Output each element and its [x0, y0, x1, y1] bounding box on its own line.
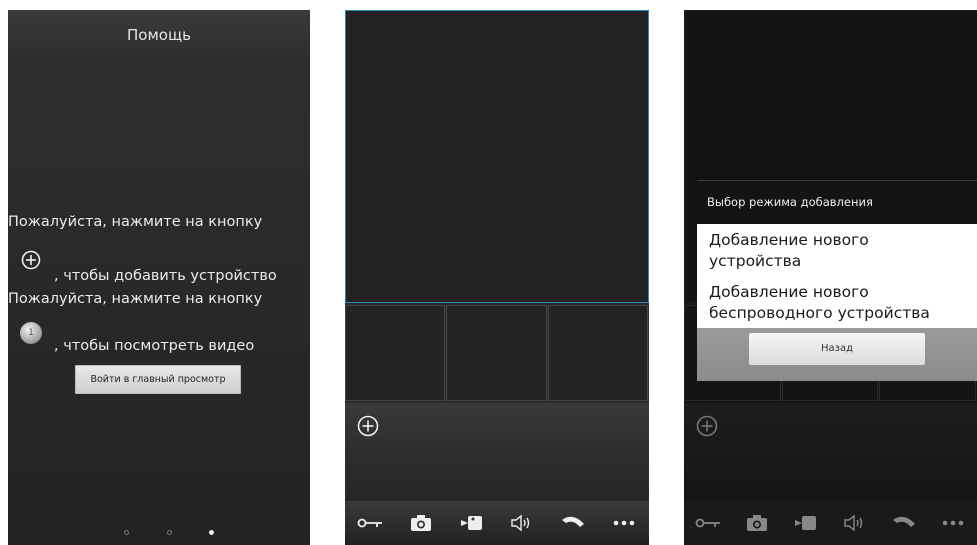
bottom-toolbar — [684, 501, 977, 545]
help-text-view: Пожалуйста, нажмите на кнопку — [8, 291, 263, 307]
more-icon[interactable] — [609, 510, 639, 536]
help-screen: Помощь Пожалуйста, нажмите на кнопку , ч… — [8, 10, 310, 545]
video-record-icon[interactable] — [457, 510, 487, 536]
dialog-footer: Назад — [697, 328, 977, 381]
add-device-icon — [696, 415, 718, 437]
video-thumbnail[interactable] — [446, 305, 547, 401]
speaker-icon — [840, 510, 870, 536]
key-icon — [693, 510, 723, 536]
video-record-icon — [791, 510, 821, 536]
add-new-device-option[interactable]: Добавление нового устройства — [697, 224, 977, 276]
pager-dot — [166, 530, 172, 535]
camera-icon — [742, 510, 772, 536]
phone-icon — [889, 510, 919, 536]
pager-dot — [124, 530, 129, 535]
phone-icon[interactable] — [558, 510, 588, 536]
device-area — [684, 403, 977, 501]
main-video-pane[interactable] — [345, 10, 649, 303]
add-new-wireless-device-option[interactable]: Добавление нового беспроводного устройст… — [697, 276, 977, 328]
add-mode-dialog: Выбор режима добавления Добавление новог… — [697, 180, 977, 381]
video-thumbnail[interactable] — [345, 305, 446, 401]
pager-dot-active — [209, 530, 214, 535]
camera-icon[interactable] — [406, 510, 436, 536]
device-area — [345, 403, 649, 501]
add-circle-icon — [21, 250, 41, 270]
add-device-icon[interactable] — [357, 415, 379, 437]
main-view-screen — [345, 10, 649, 545]
key-icon[interactable] — [355, 510, 385, 536]
help-text-view-video: , чтобы посмотреть видео — [54, 338, 255, 354]
help-text-add-device: , чтобы добавить устройство — [54, 268, 277, 284]
dialog-title: Выбор режима добавления — [697, 180, 977, 224]
thumbnail-row — [345, 305, 649, 401]
page-indicator — [124, 530, 214, 535]
back-button[interactable]: Назад — [749, 333, 925, 365]
enter-main-view-button[interactable]: Войти в главный просмотр — [75, 365, 241, 394]
page-title: Помощь — [8, 10, 310, 60]
bottom-toolbar — [345, 501, 649, 545]
view-dot-icon: 1 — [20, 322, 42, 344]
more-icon — [938, 510, 968, 536]
speaker-icon[interactable] — [507, 510, 537, 536]
video-thumbnail[interactable] — [547, 305, 648, 401]
help-text-add: Пожалуйста, нажмите на кнопку — [8, 214, 263, 230]
add-device-dialog-screen: Выбор режима добавления Добавление новог… — [684, 10, 977, 545]
